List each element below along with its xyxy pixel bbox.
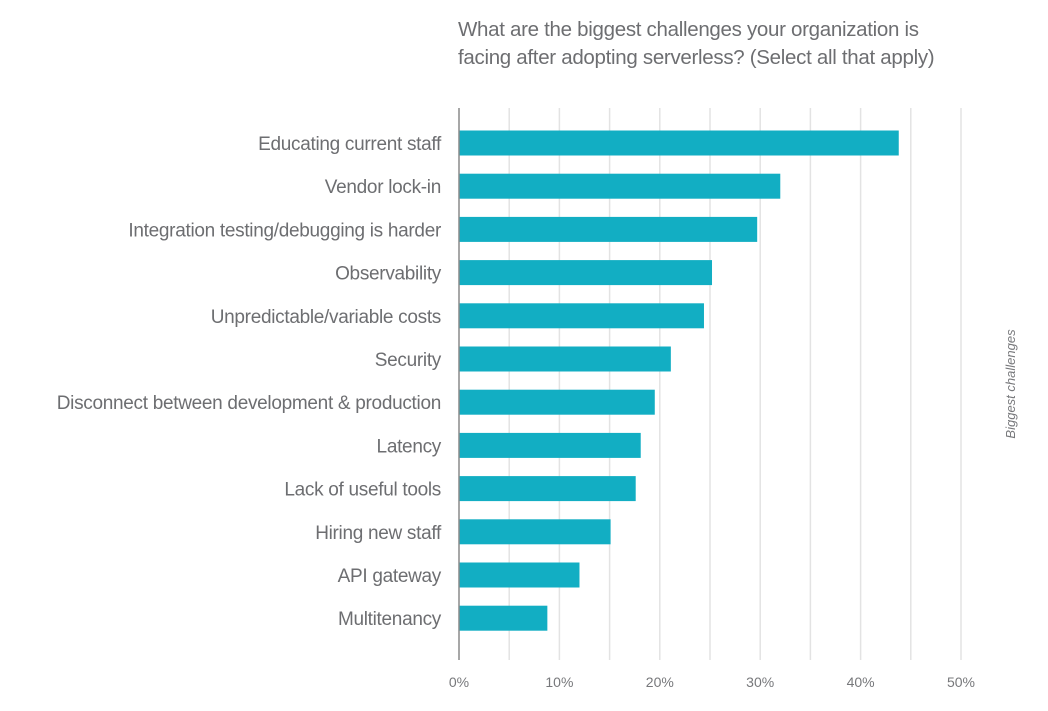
bars xyxy=(459,130,899,631)
bar xyxy=(459,303,704,329)
bar xyxy=(459,130,899,156)
legend-label: Biggest challenges xyxy=(1003,329,1018,439)
bar xyxy=(459,260,713,286)
x-tick-label: 50% xyxy=(947,674,975,690)
bar xyxy=(459,389,655,415)
category-label: Disconnect between development & product… xyxy=(57,393,441,414)
category-label: Multitenancy xyxy=(338,609,442,630)
bar xyxy=(459,476,636,502)
category-label: Lack of useful tools xyxy=(284,480,441,501)
category-label: Educating current staff xyxy=(258,134,442,155)
bar xyxy=(459,173,781,199)
bar-chart: Educating current staff Vendor lock-in Int… xyxy=(57,108,1018,690)
bar xyxy=(459,519,611,545)
bar xyxy=(459,562,580,588)
x-tick-label: 20% xyxy=(646,674,674,690)
category-label: Integration testing/debugging is harder xyxy=(128,220,442,241)
category-label: Security xyxy=(375,350,442,371)
bar xyxy=(459,432,641,458)
x-tick-label: 40% xyxy=(847,674,875,690)
x-tick-labels: 0% 10% 20% 30% 40% 50% xyxy=(449,674,975,690)
category-label: Observability xyxy=(335,264,442,285)
x-tick-label: 10% xyxy=(545,674,573,690)
category-label: Hiring new staff xyxy=(315,523,442,544)
bar xyxy=(459,346,671,372)
category-label: Latency xyxy=(377,436,442,457)
category-labels: Educating current staff Vendor lock-in Int… xyxy=(57,134,443,630)
category-label: API gateway xyxy=(338,566,442,587)
category-label: Unpredictable/variable costs xyxy=(211,307,441,328)
category-label: Vendor lock-in xyxy=(325,177,441,198)
bar xyxy=(459,605,548,631)
x-tick-label: 0% xyxy=(449,674,469,690)
bar xyxy=(459,216,758,242)
x-tick-label: 30% xyxy=(746,674,774,690)
